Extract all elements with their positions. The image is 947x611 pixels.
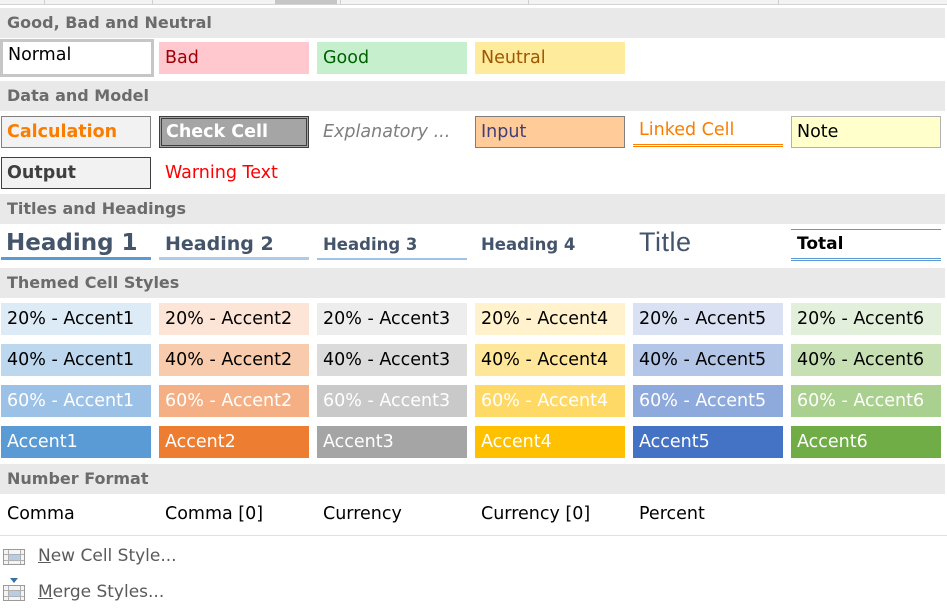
style-comma[interactable]: Comma [1, 498, 151, 530]
style-60pct-accent5[interactable]: 60% - Accent5 [633, 385, 783, 417]
section-header-themed: Themed Cell Styles [0, 268, 945, 298]
style-40pct-accent5[interactable]: 40% - Accent5 [633, 344, 783, 376]
style-60pct-accent1[interactable]: 60% - Accent1 [1, 385, 151, 417]
style-20pct-accent5[interactable]: 20% - Accent5 [633, 303, 783, 335]
style-20pct-accent1[interactable]: 20% - Accent1 [1, 303, 151, 335]
style-total[interactable]: Total [791, 229, 941, 261]
style-40pct-accent3[interactable]: 40% - Accent3 [317, 344, 467, 376]
style-input[interactable]: Input [475, 116, 625, 148]
style-output[interactable]: Output [1, 157, 151, 189]
merge-styles-menu-item[interactable]: Merge Styles... [0, 577, 300, 607]
menu-divider [0, 535, 947, 536]
new-cell-style-label: New Cell Style... [38, 546, 177, 566]
style-currency[interactable]: Currency [317, 498, 467, 530]
style-40pct-accent2[interactable]: 40% - Accent2 [159, 344, 309, 376]
section-header-titles-headings: Titles and Headings [0, 194, 945, 224]
style-20pct-accent6[interactable]: 20% - Accent6 [791, 303, 941, 335]
style-heading-4[interactable]: Heading 4 [475, 228, 625, 260]
style-bad[interactable]: Bad [159, 42, 309, 74]
style-calculation[interactable]: Calculation [1, 116, 151, 148]
section-header-good-bad-neutral: Good, Bad and Neutral [0, 8, 945, 38]
merge-styles-icon [3, 578, 27, 603]
style-currency-0[interactable]: Currency [0] [475, 498, 625, 530]
style-20pct-accent4[interactable]: 20% - Accent4 [475, 303, 625, 335]
style-60pct-accent6[interactable]: 60% - Accent6 [791, 385, 941, 417]
style-40pct-accent6[interactable]: 40% - Accent6 [791, 344, 941, 376]
merge-styles-label: Merge Styles... [38, 582, 165, 602]
style-accent2[interactable]: Accent2 [159, 426, 309, 458]
ribbon-segment [0, 0, 45, 4]
ribbon-segment [45, 0, 153, 4]
style-20pct-accent2[interactable]: 20% - Accent2 [159, 303, 309, 335]
style-warning-text[interactable]: Warning Text [159, 157, 309, 189]
style-accent3[interactable]: Accent3 [317, 426, 467, 458]
arrow-down-icon [10, 578, 18, 583]
ribbon-segment [529, 0, 779, 4]
style-accent1[interactable]: Accent1 [1, 426, 151, 458]
style-60pct-accent2[interactable]: 60% - Accent2 [159, 385, 309, 417]
style-40pct-accent1[interactable]: 40% - Accent1 [1, 344, 151, 376]
section-header-data-model: Data and Model [0, 81, 945, 111]
style-accent6[interactable]: Accent6 [791, 426, 941, 458]
style-heading-1[interactable]: Heading 1 [1, 228, 151, 260]
style-60pct-accent4[interactable]: 60% - Accent4 [475, 385, 625, 417]
style-neutral[interactable]: Neutral [475, 42, 625, 74]
ribbon-edge [0, 0, 947, 5]
style-title[interactable]: Title [633, 228, 783, 260]
style-20pct-accent3[interactable]: 20% - Accent3 [317, 303, 467, 335]
style-percent[interactable]: Percent [633, 498, 783, 530]
style-comma-0[interactable]: Comma [0] [159, 498, 309, 530]
style-good[interactable]: Good [317, 42, 467, 74]
new-cell-style-menu-item[interactable]: New Cell Style... [0, 541, 300, 571]
style-note[interactable]: Note [791, 116, 941, 148]
style-60pct-accent3[interactable]: 60% - Accent3 [317, 385, 467, 417]
ribbon-segment [341, 0, 529, 4]
ribbon-selected-segment [275, 0, 337, 4]
new-cell-style-icon [3, 545, 27, 567]
style-normal[interactable]: Normal [0, 39, 154, 77]
style-linked-cell[interactable]: Linked Cell [633, 115, 783, 147]
style-40pct-accent4[interactable]: 40% - Accent4 [475, 344, 625, 376]
style-accent5[interactable]: Accent5 [633, 426, 783, 458]
style-accent4[interactable]: Accent4 [475, 426, 625, 458]
style-explanatory[interactable]: Explanatory ... [317, 116, 467, 148]
style-heading-3[interactable]: Heading 3 [317, 228, 467, 260]
style-heading-2[interactable]: Heading 2 [159, 228, 309, 260]
section-header-number-format: Number Format [0, 464, 945, 494]
style-check-cell[interactable]: Check Cell [159, 116, 309, 148]
